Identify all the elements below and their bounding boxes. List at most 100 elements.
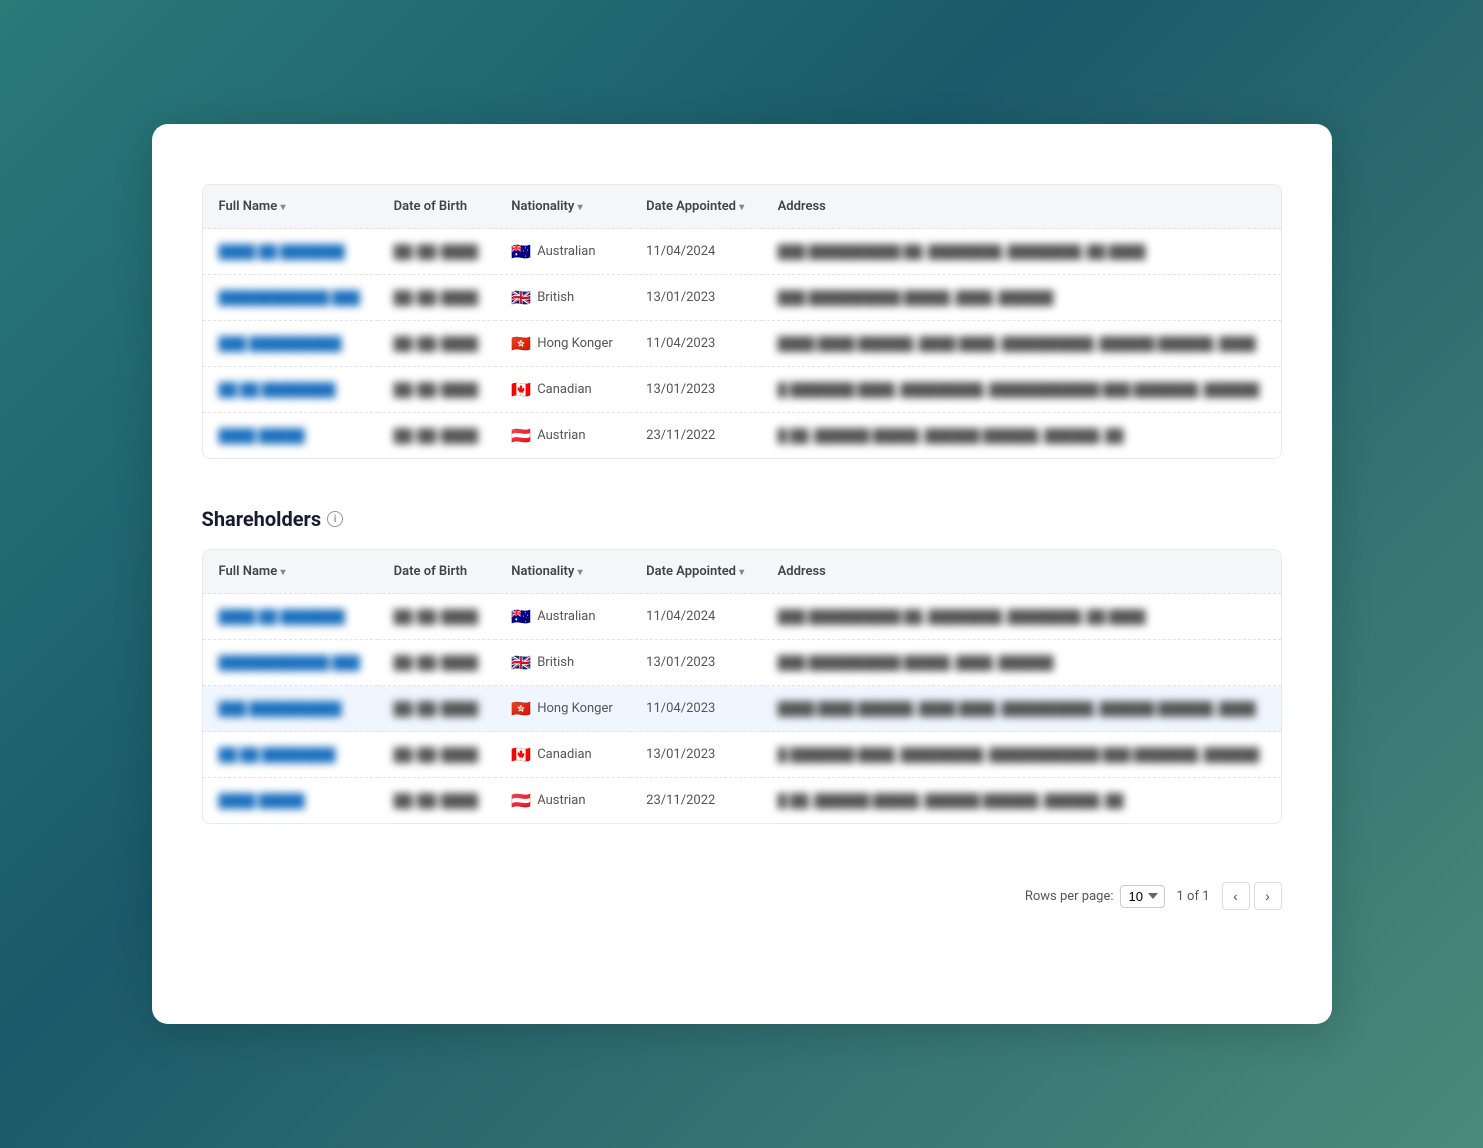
shareholders-table-header-row: Full Name Date of Birth Nationality Date… [203,550,1281,594]
nationality-text: British [537,655,574,670]
date-appointed-cell: 13/01/2023 [630,275,761,321]
address-cell: █ ██, ██████ █████, ██████ ██████, █████… [762,778,1281,824]
nationality-text: Austrian [537,428,585,443]
nationality-text: Hong Konger [537,701,613,716]
col-fullname-shareholders[interactable]: Full Name [203,550,378,594]
col-address-shareholders: Address [762,550,1281,594]
dob-cell: ██/██/████ [378,229,496,275]
address-cell: ███ ██████████ █████, ████, ██████ [762,640,1281,686]
name-cell[interactable]: ████████████ ███ [203,275,378,321]
flag-icon: 🇦🇹 [511,426,531,445]
col-dateappointed-shareholders[interactable]: Date Appointed [630,550,761,594]
nationality-cell: 🇬🇧 British [495,275,630,321]
col-dob-shareholders: Date of Birth [378,550,496,594]
address-cell: █ ███████ ████, █████████, ████████████ … [762,732,1281,778]
dob-cell: ██/██/████ [378,778,496,824]
name-cell[interactable]: ███ ██████████ [203,321,378,367]
table-row: ████ ██ █████████/██/████ 🇦🇺 Australian 11/… [203,594,1281,640]
dob-cell: ██/██/████ [378,321,496,367]
flag-icon: 🇨🇦 [511,745,531,764]
shareholders-table: Full Name Date of Birth Nationality Date… [203,550,1281,823]
date-appointed-cell: 11/04/2024 [630,594,761,640]
main-card: Full Name Date of Birth Nationality Date… [152,124,1332,1024]
name-cell[interactable]: ██ ██ ████████ [203,732,378,778]
address-cell: ███ ██████████ █████, ████, ██████ [762,275,1281,321]
table-row: ████ ███████/██/████ 🇦🇹 Austrian 23/11/2022… [203,413,1281,459]
shareholders-info-icon[interactable]: i [327,511,343,527]
nationality-text: Australian [537,609,595,624]
rows-per-page-control: Rows per page: 10 25 50 [1025,885,1165,908]
col-dateappointed-directors[interactable]: Date Appointed [630,185,761,229]
page-info: 1 of 1 [1177,889,1210,904]
next-page-button[interactable]: › [1254,882,1282,910]
nationality-cell: 🇦🇹 Austrian [495,413,630,459]
date-appointed-cell: 23/11/2022 [630,413,761,459]
table-row: ███ ████████████/██/████🇭🇰Hong Konger11/… [203,321,1281,367]
page-navigation: ‹ › [1222,882,1282,910]
prev-page-button[interactable]: ‹ [1222,882,1250,910]
flag-icon: 🇦🇺 [511,242,531,261]
directors-table-wrapper: Full Name Date of Birth Nationality Date… [202,184,1282,459]
address-cell: ████ ████ ██████, ████ ████, ██████████,… [762,686,1281,732]
date-appointed-cell: 13/01/2023 [630,640,761,686]
nationality-text: Hong Konger [537,336,613,351]
rows-per-page-select[interactable]: 10 25 50 [1120,885,1165,908]
pagination-bar: Rows per page: 10 25 50 1 of 1 ‹ › [202,872,1282,920]
name-cell[interactable]: ██ ██ ████████ [203,367,378,413]
flag-icon: 🇭🇰 [511,699,531,718]
nationality-cell: 🇭🇰 Hong Konger [495,686,630,732]
address-cell: ████ ████ ██████, ████ ████, ██████████,… [762,321,1281,367]
rows-per-page-label: Rows per page: [1025,889,1114,904]
date-appointed-cell: 11/04/2023 [630,321,761,367]
dob-cell: ██/██/████ [378,367,496,413]
table-row: ██ ██ ██████████/██/████🇨🇦Canadian13/01/… [203,732,1281,778]
table-row: ███ ████████████/██/████ 🇭🇰 Hong Konger 11/… [203,686,1281,732]
col-nationality-shareholders[interactable]: Nationality [495,550,630,594]
dob-cell: ██/██/████ [378,640,496,686]
directors-table-header-row: Full Name Date of Birth Nationality Date… [203,185,1281,229]
flag-icon: 🇬🇧 [511,288,531,307]
date-appointed-cell: 13/01/2023 [630,367,761,413]
name-cell[interactable]: ████ █████ [203,778,378,824]
table-row: ████ ███████/██/████ 🇦🇹 Austrian 23/11/2022… [203,778,1281,824]
name-cell[interactable]: ████████████ ███ [203,640,378,686]
dob-cell: ██/██/████ [378,594,496,640]
flag-icon: 🇦🇹 [511,791,531,810]
address-cell: ███ ██████████ ██, ████████, ████████, █… [762,229,1281,275]
date-appointed-cell: 11/04/2023 [630,686,761,732]
date-appointed-cell: 13/01/2023 [630,732,761,778]
nationality-text: British [537,290,574,305]
name-cell[interactable]: ████ ██ ███████ [203,594,378,640]
date-appointed-cell: 23/11/2022 [630,778,761,824]
flag-icon: 🇨🇦 [511,380,531,399]
table-row: ██ ██ ██████████/██/████ 🇨🇦 Canadian 13/01/… [203,367,1281,413]
name-cell[interactable]: ████ █████ [203,413,378,459]
flag-icon: 🇦🇺 [511,607,531,626]
address-cell: █ ███████ ████, █████████, ████████████ … [762,367,1281,413]
col-fullname-directors[interactable]: Full Name [203,185,378,229]
table-row: ████████████ █████/██/████🇬🇧British13/01… [203,275,1281,321]
nationality-cell: 🇦🇺 Australian [495,594,630,640]
shareholders-table-wrapper: Full Name Date of Birth Nationality Date… [202,549,1282,824]
table-row: ████████████ █████/██/████ 🇬🇧 British 13/01… [203,640,1281,686]
col-address-directors: Address [762,185,1281,229]
address-cell: ███ ██████████ ██, ████████, ████████, █… [762,594,1281,640]
nationality-cell: 🇨🇦Canadian [495,732,630,778]
dob-cell: ██/██/████ [378,732,496,778]
dob-cell: ██/██/████ [378,686,496,732]
name-cell[interactable]: ████ ██ ███████ [203,229,378,275]
nationality-text: Austrian [537,793,585,808]
nationality-cell: 🇬🇧 British [495,640,630,686]
address-cell: █ ██, ██████ █████, ██████ ██████, █████… [762,413,1281,459]
directors-table: Full Name Date of Birth Nationality Date… [203,185,1281,458]
nationality-text: Canadian [537,382,592,397]
nationality-cell: 🇦🇺 Australian [495,229,630,275]
name-cell[interactable]: ███ ██████████ [203,686,378,732]
date-appointed-cell: 11/04/2024 [630,229,761,275]
col-nationality-directors[interactable]: Nationality [495,185,630,229]
flag-icon: 🇬🇧 [511,653,531,672]
shareholders-section-title: Shareholders i [202,507,1282,531]
dob-cell: ██/██/████ [378,413,496,459]
nationality-cell: 🇭🇰Hong Konger [495,321,630,367]
nationality-text: Australian [537,244,595,259]
